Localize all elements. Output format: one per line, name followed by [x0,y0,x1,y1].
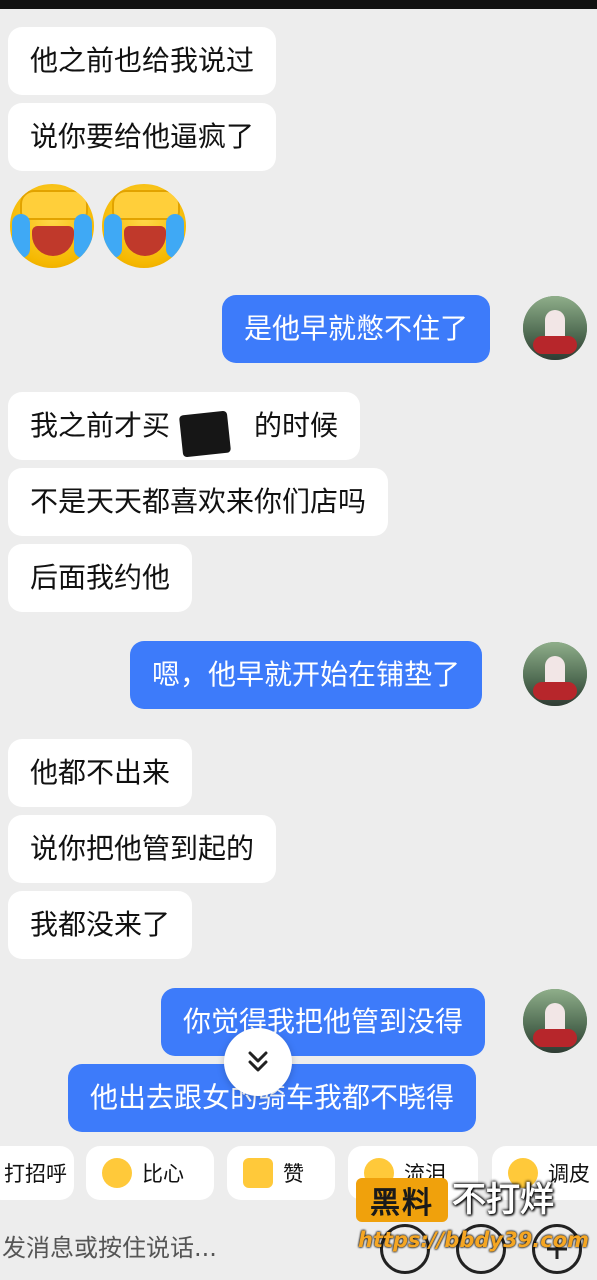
scroll-to-bottom-button[interactable] [224,1028,292,1096]
message-incoming[interactable]: 他都不出来 [8,739,193,807]
avatar[interactable] [523,642,587,706]
message-incoming[interactable]: 说你要给他逼疯了 [8,103,277,171]
quick-reply-like[interactable]: 赞 [227,1146,335,1200]
redaction-mark [178,410,232,458]
quick-reply-heart[interactable]: 比心 [86,1146,214,1200]
emoji-message[interactable] [10,184,186,268]
heart-hands-emoji-icon [102,1158,132,1188]
message-outgoing[interactable]: 嗯，他早就开始在铺垫了 [130,641,483,709]
watermark-brand: 黑料 [356,1178,448,1222]
message-incoming[interactable]: 不是天天都喜欢来你们店吗 [8,468,389,536]
watermark-url: https://bbdy39.com [358,1228,590,1252]
message-outgoing[interactable]: 是他早就憋不住了 [222,295,491,363]
avatar[interactable] [523,989,587,1053]
crying-laughing-emoji [10,184,94,268]
message-input[interactable]: 发消息或按住说话... [0,1220,382,1276]
double-chevron-down-icon [248,1051,268,1072]
message-incoming[interactable]: 后面我约他 [8,544,193,612]
status-bar [0,0,597,9]
message-incoming[interactable]: 他之前也给我说过 [8,27,277,95]
quick-reply-greet[interactable]: 打招呼 [0,1146,74,1200]
message-incoming[interactable]: 我都没来了 [8,891,193,959]
message-incoming[interactable]: 说你把他管到起的 [8,815,277,883]
avatar[interactable] [523,296,587,360]
message-outgoing[interactable]: 你觉得我把他管到没得 [161,988,486,1056]
chat-thread[interactable]: 他之前也给我说过 说你要给他逼疯了 是他早就憋不住了 我之前才买 的时候 不是天… [0,9,597,1136]
watermark: 黑料 不打烊 https://bbdy39.com [356,1178,590,1262]
thumbs-up-emoji-icon [243,1158,273,1188]
crying-laughing-emoji [102,184,186,268]
watermark-slogan: 不打烊 [452,1180,554,1220]
